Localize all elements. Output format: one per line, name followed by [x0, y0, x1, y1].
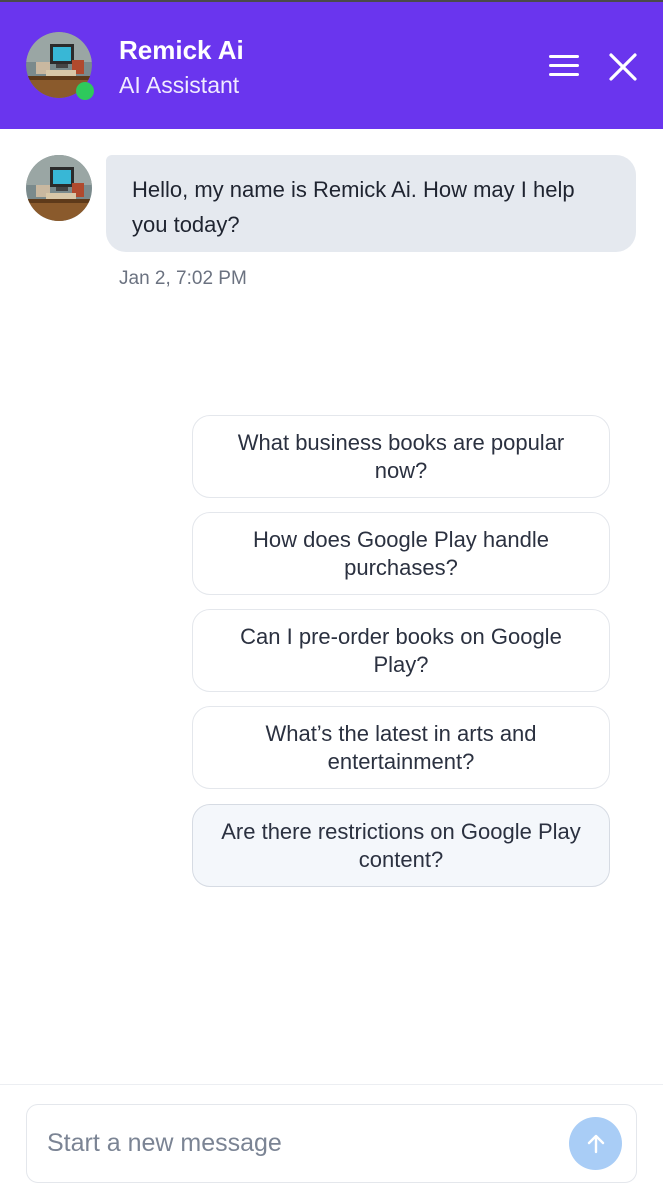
- assistant-message-bubble: Hello, my name is Remick Ai. How may I h…: [106, 155, 636, 252]
- menu-button[interactable]: [546, 50, 584, 82]
- assistant-name: Remick Ai: [119, 35, 244, 65]
- message-avatar: [26, 155, 92, 221]
- hamburger-icon: [549, 55, 579, 76]
- suggestion-chip[interactable]: What business books are popular now?: [192, 415, 610, 498]
- assistant-avatar: [26, 32, 94, 100]
- close-icon: [609, 53, 637, 81]
- message-composer: [26, 1104, 637, 1183]
- arrow-up-icon: [587, 1134, 604, 1153]
- send-button[interactable]: [569, 1117, 622, 1170]
- close-button[interactable]: [604, 48, 642, 86]
- suggestion-chip[interactable]: What’s the latest in arts and entertainm…: [192, 706, 610, 789]
- suggestion-chip[interactable]: Can I pre-order books on Google Play?: [192, 609, 610, 692]
- message-input[interactable]: [47, 1105, 557, 1182]
- chat-widget: Remick Ai AI Assistant Hello, my name is…: [0, 0, 663, 1200]
- suggestion-chip[interactable]: Are there restrictions on Google Play co…: [192, 804, 610, 887]
- chat-header: Remick Ai AI Assistant: [0, 0, 663, 129]
- avatar-image: [26, 155, 92, 221]
- message-timestamp: Jan 2, 7:02 PM: [119, 268, 247, 289]
- online-status-dot: [76, 82, 94, 100]
- suggestion-chip[interactable]: How does Google Play handle purchases?: [192, 512, 610, 595]
- footer-divider: [0, 1084, 663, 1085]
- assistant-role: AI Assistant: [119, 72, 240, 98]
